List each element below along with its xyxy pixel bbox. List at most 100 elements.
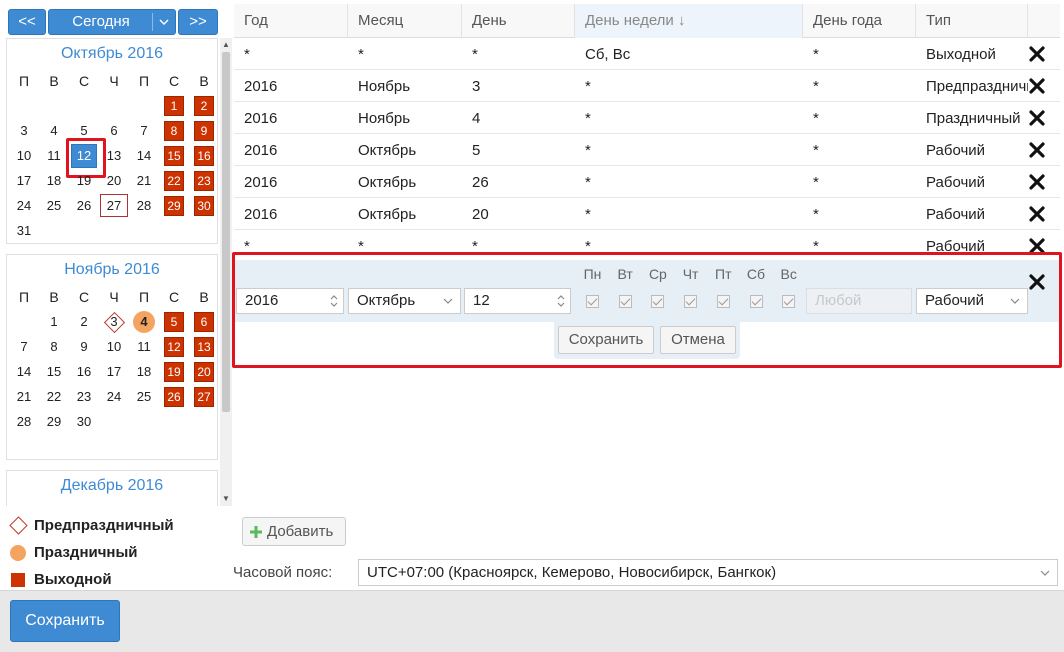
scroll-up-icon[interactable]: ▲: [221, 40, 231, 50]
day-cell[interactable]: 4: [129, 309, 159, 334]
day-cell[interactable]: 2: [69, 309, 99, 334]
day-cell[interactable]: 23: [69, 384, 99, 409]
day-cell[interactable]: 6: [189, 309, 219, 334]
legend-weekend-label: Выходной: [34, 571, 112, 588]
day-cell[interactable]: 30: [189, 193, 219, 218]
delete-icon[interactable]: [1029, 206, 1045, 222]
day-cell[interactable]: 15: [39, 359, 69, 384]
day-cell[interactable]: 28: [9, 409, 39, 434]
day-cell[interactable]: 30: [69, 409, 99, 434]
day-cell[interactable]: 22: [159, 168, 189, 193]
day-cell[interactable]: 27: [99, 193, 129, 218]
day-cell[interactable]: 19: [69, 168, 99, 193]
add-button[interactable]: Добавить: [242, 517, 346, 546]
empty-cell: [39, 93, 69, 118]
table-row[interactable]: 2016 Ноябрь 4 * * Праздничный: [234, 102, 1060, 134]
table-row[interactable]: 2016 Ноябрь 3 * * Предпраздничный: [234, 70, 1060, 102]
day-cell[interactable]: 4: [39, 118, 69, 143]
day-cell[interactable]: 9: [189, 118, 219, 143]
day-cell[interactable]: 8: [159, 118, 189, 143]
table-row[interactable]: 2016 Октябрь 26 * * Рабочий: [234, 166, 1060, 198]
weekday-header: Ч: [109, 289, 119, 305]
weekday-header: П: [18, 289, 30, 305]
day-cell[interactable]: 10: [99, 334, 129, 359]
save-button[interactable]: Сохранить: [10, 600, 120, 642]
day-cell[interactable]: 7: [9, 334, 39, 359]
scroll-thumb[interactable]: [222, 52, 230, 412]
today-button[interactable]: Сегодня: [48, 9, 176, 35]
day-cell[interactable]: 24: [99, 384, 129, 409]
day-cell[interactable]: 11: [129, 334, 159, 359]
chevron-down-icon[interactable]: [1039, 567, 1051, 579]
table-row[interactable]: * * * Сб, Вс * Выходной: [234, 38, 1060, 70]
day-cell[interactable]: 29: [39, 409, 69, 434]
day-cell[interactable]: 12: [66, 138, 106, 178]
day-cell[interactable]: 21: [9, 384, 39, 409]
calendar-scroll-area[interactable]: Октябрь 2016 П В С Ч П С В 1 2 3 4 5 6 7 8 9 10 11 12 13 14 15…: [6, 38, 232, 506]
delete-icon[interactable]: [1029, 142, 1045, 158]
next-month-button[interactable]: >>: [178, 9, 218, 35]
day-cell[interactable]: 18: [129, 359, 159, 384]
day-cell[interactable]: 11: [39, 143, 69, 168]
month-title[interactable]: Октябрь 2016: [7, 39, 217, 69]
day-cell[interactable]: 17: [9, 168, 39, 193]
day-cell[interactable]: 3: [9, 118, 39, 143]
delete-icon[interactable]: [1029, 110, 1045, 126]
timezone-select[interactable]: UTC+07:00 (Красноярск, Кемерово, Новосиб…: [358, 559, 1058, 586]
day-cell[interactable]: 1: [39, 309, 69, 334]
month-calendar: Ноябрь 2016 П В С Ч П С В 1 2 3 4 5 6 7 8 9 10 11 12 13 14 15 1…: [6, 254, 218, 460]
month-title[interactable]: Декабрь 2016: [7, 471, 217, 501]
day-cell[interactable]: 16: [69, 359, 99, 384]
table-row[interactable]: 2016 Октябрь 5 * * Рабочий: [234, 134, 1060, 166]
month-title[interactable]: Ноябрь 2016: [7, 255, 217, 285]
day-cell[interactable]: 13: [99, 143, 129, 168]
day-cell[interactable]: 21: [129, 168, 159, 193]
chevron-down-icon[interactable]: [157, 10, 171, 34]
day-cell[interactable]: 5: [159, 309, 189, 334]
day-cell[interactable]: 12: [159, 334, 189, 359]
column-month[interactable]: Месяц: [348, 4, 462, 38]
day-cell[interactable]: 17: [99, 359, 129, 384]
delete-icon[interactable]: [1029, 174, 1045, 190]
scroll-down-icon[interactable]: ▼: [221, 494, 231, 504]
table-row[interactable]: 2016 Октябрь 20 * * Рабочий: [234, 198, 1060, 230]
column-weekday[interactable]: День недели ↓: [575, 4, 803, 38]
day-cell[interactable]: 26: [159, 384, 189, 409]
day-cell[interactable]: 19: [159, 359, 189, 384]
day-cell[interactable]: 16: [189, 143, 219, 168]
day-cell[interactable]: 28: [129, 193, 159, 218]
day-cell[interactable]: 14: [129, 143, 159, 168]
day-cell[interactable]: 20: [99, 168, 129, 193]
day-cell[interactable]: 20: [189, 359, 219, 384]
empty-cell: [99, 93, 129, 118]
delete-icon[interactable]: [1029, 78, 1045, 94]
column-yearday[interactable]: День года: [803, 4, 916, 38]
calendar-scrollbar[interactable]: ▲ ▼: [220, 38, 232, 506]
day-cell[interactable]: 10: [9, 143, 39, 168]
day-cell[interactable]: 24: [9, 193, 39, 218]
day-cell[interactable]: 15: [159, 143, 189, 168]
day-cell[interactable]: 7: [129, 118, 159, 143]
day-cell[interactable]: 1: [159, 93, 189, 118]
prev-month-button[interactable]: <<: [8, 9, 46, 35]
day-cell[interactable]: 29: [159, 193, 189, 218]
day-cell[interactable]: 13: [189, 334, 219, 359]
day-cell[interactable]: 27: [189, 384, 219, 409]
day-cell[interactable]: 22: [39, 384, 69, 409]
column-day[interactable]: День: [462, 4, 575, 38]
day-cell[interactable]: 26: [69, 193, 99, 218]
day-cell[interactable]: 8: [39, 334, 69, 359]
day-cell[interactable]: 25: [129, 384, 159, 409]
column-type[interactable]: Тип: [916, 4, 1028, 38]
empty-cell: [9, 93, 39, 118]
delete-icon[interactable]: [1029, 46, 1045, 62]
day-cell[interactable]: 25: [39, 193, 69, 218]
day-cell[interactable]: 23: [189, 168, 219, 193]
day-cell[interactable]: 9: [69, 334, 99, 359]
day-cell[interactable]: 31: [9, 218, 39, 243]
column-year[interactable]: Год: [234, 4, 348, 38]
day-cell[interactable]: 18: [39, 168, 69, 193]
day-cell[interactable]: 2: [189, 93, 219, 118]
day-cell[interactable]: 3: [99, 309, 129, 334]
day-cell[interactable]: 14: [9, 359, 39, 384]
